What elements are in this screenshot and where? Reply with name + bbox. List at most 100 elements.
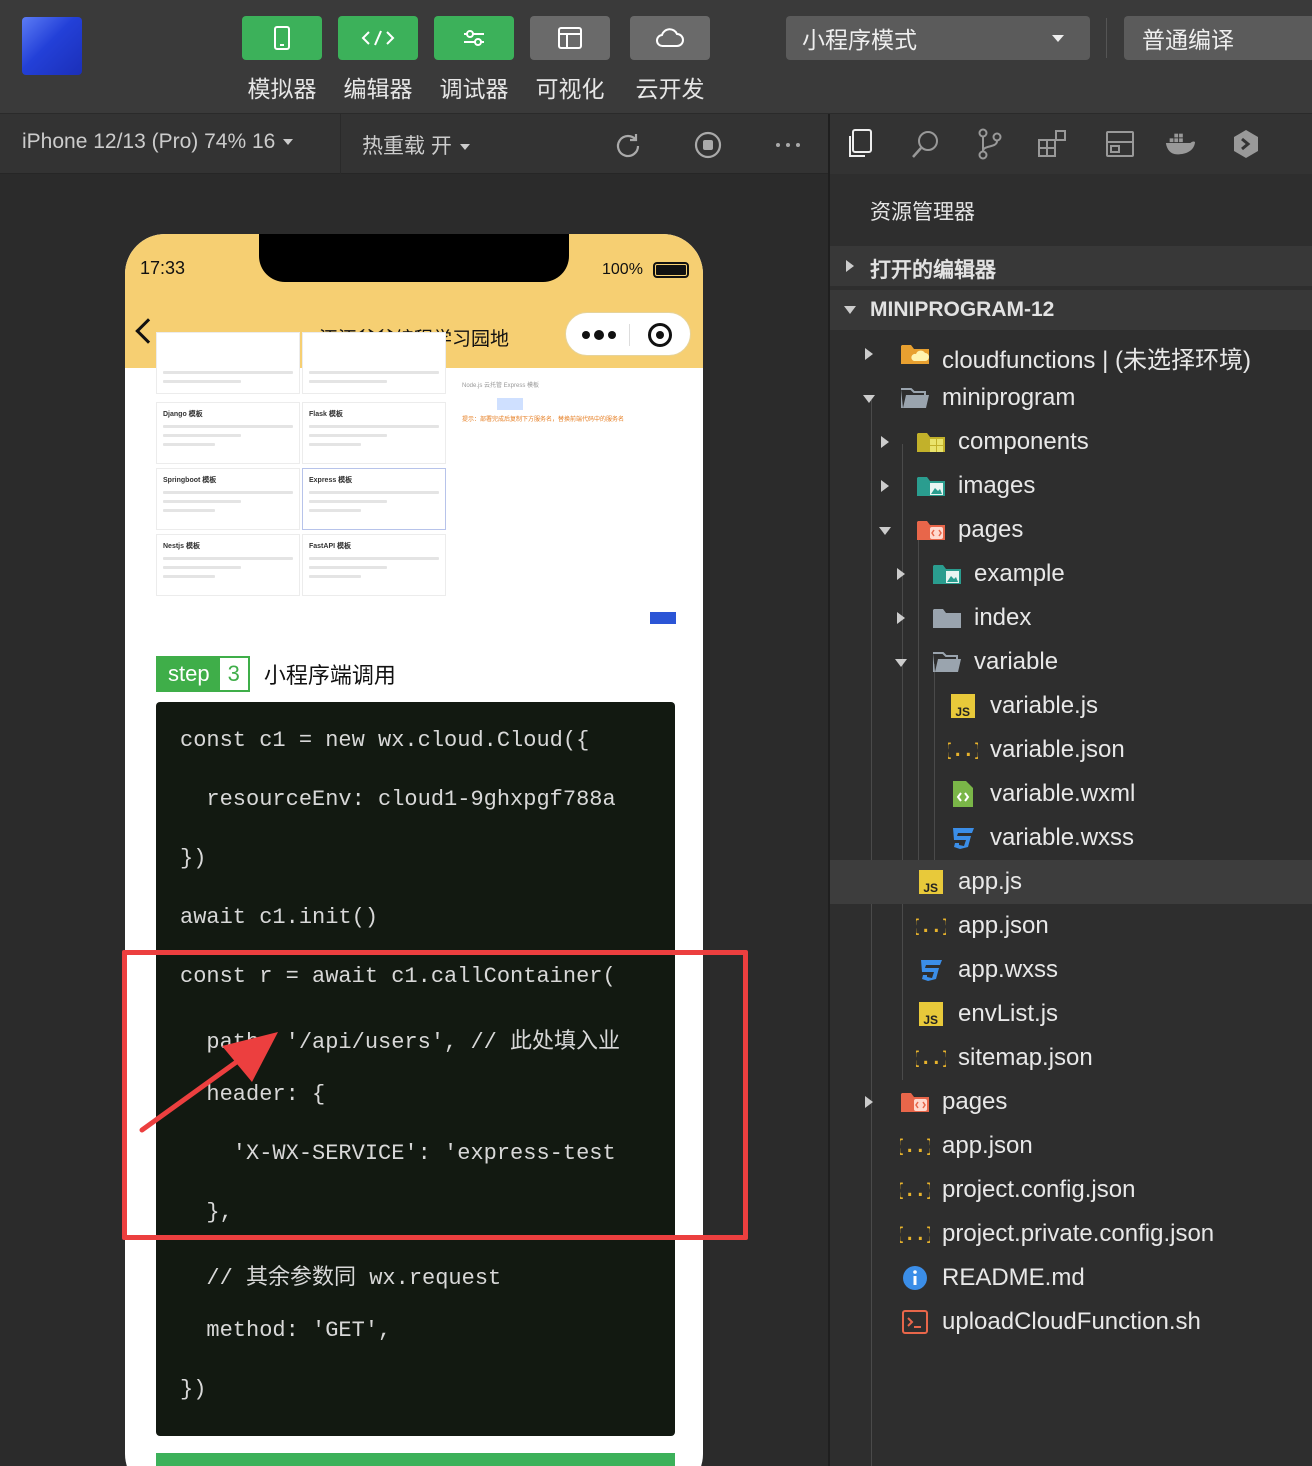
- chevron-right-icon: [865, 1096, 873, 1108]
- copy-button[interactable]: [156, 1453, 675, 1466]
- step-title: 小程序端调用: [263, 663, 396, 688]
- simulator-label: 模拟器: [247, 76, 317, 102]
- tree-item[interactable]: variable: [830, 640, 1312, 684]
- template-card[interactable]: Nestjs 模板: [156, 534, 300, 596]
- tree-item-label: components: [958, 428, 1089, 455]
- js-file-icon: JS: [948, 692, 978, 720]
- visual-button[interactable]: [530, 16, 610, 60]
- annotation-arrow-icon: [139, 1032, 278, 1133]
- search-icon[interactable]: [910, 128, 942, 160]
- compile-select[interactable]: 普通编译: [1124, 16, 1312, 60]
- svg-text:{..}: {..}: [916, 917, 946, 937]
- tree-item-label: README.md: [942, 1264, 1085, 1291]
- project-section[interactable]: MINIPROGRAM-12: [830, 290, 1312, 330]
- template-card-selected[interactable]: Express 模板: [302, 468, 446, 530]
- components-folder-icon: [916, 428, 946, 456]
- template-card[interactable]: [156, 332, 300, 394]
- tree-item-label: app.js: [958, 868, 1023, 895]
- tree-item-label: images: [958, 472, 1036, 499]
- cloud-dev-label: 云开发: [635, 76, 705, 102]
- tree-item[interactable]: JS envList.js: [830, 992, 1312, 1036]
- template-thumbnails: Node.js 云托管 Express 模板 提示：部署完成后复制下方服务名，替…: [125, 332, 703, 628]
- tree-item[interactable]: pages: [830, 508, 1312, 552]
- tree-item[interactable]: variable.wxml: [830, 772, 1312, 816]
- js-file-icon: JS: [916, 868, 946, 896]
- tree-item[interactable]: {..} variable.json: [830, 728, 1312, 772]
- template-card[interactable]: Flask 模板: [302, 402, 446, 464]
- tree-item[interactable]: {..} project.private.config.json: [830, 1212, 1312, 1256]
- plugin-cube-icon[interactable]: [1230, 128, 1262, 160]
- svg-text:JS: JS: [923, 1013, 938, 1027]
- hot-reload-value: 热重载 开: [362, 135, 452, 158]
- stop-icon[interactable]: [693, 130, 723, 160]
- tree-item[interactable]: components: [830, 420, 1312, 464]
- code-line: resourceEnv: cloud1-9ghxpgf788a: [180, 787, 616, 812]
- thumb-badge: [497, 398, 523, 410]
- tree-item[interactable]: {..} project.config.json: [830, 1168, 1312, 1212]
- tree-item[interactable]: images: [830, 464, 1312, 508]
- chevron-down-icon: [863, 395, 875, 403]
- card-title: Springboot 模板: [163, 477, 217, 484]
- chevron-right-icon: [865, 348, 873, 360]
- code-line: await c1.init(): [180, 905, 379, 930]
- debugger-button[interactable]: [434, 16, 514, 60]
- hot-reload-select[interactable]: 热重载 开: [362, 130, 470, 160]
- chevron-right-icon: [897, 612, 905, 624]
- device-select[interactable]: iPhone 12/13 (Pro) 74% 16: [22, 130, 294, 154]
- chevron-right-icon: [846, 260, 854, 272]
- json-file-icon: {..}: [900, 1176, 930, 1204]
- tree-item[interactable]: JS variable.js: [830, 684, 1312, 728]
- code-icon: [361, 30, 395, 46]
- template-card[interactable]: Springboot 模板: [156, 468, 300, 530]
- docker-icon[interactable]: [1164, 128, 1196, 160]
- template-card[interactable]: Django 模板: [156, 402, 300, 464]
- chevron-down-icon: [879, 527, 891, 535]
- tree-item[interactable]: miniprogram: [830, 376, 1312, 420]
- open-editors-label: 打开的编辑器: [870, 259, 996, 282]
- tree-item[interactable]: {..} app.json: [830, 904, 1312, 948]
- tree-item[interactable]: app.wxss: [830, 948, 1312, 992]
- phone-notch: [259, 234, 569, 282]
- tree-item[interactable]: pages: [830, 1080, 1312, 1124]
- capsule-menu[interactable]: [565, 312, 691, 356]
- tree-item-label: index: [974, 604, 1032, 631]
- storage-icon[interactable]: [1104, 128, 1136, 160]
- tree-item[interactable]: JS app.js: [830, 860, 1312, 904]
- thumb-next-button[interactable]: [650, 612, 676, 624]
- more-icon[interactable]: [582, 330, 616, 340]
- template-card[interactable]: [302, 332, 446, 394]
- extensions-icon[interactable]: [1036, 128, 1068, 160]
- mode-select[interactable]: 小程序模式: [786, 16, 1090, 60]
- template-card[interactable]: FastAPI 模板: [302, 534, 446, 596]
- tree-item[interactable]: variable.wxss: [830, 816, 1312, 860]
- phone-simulator[interactable]: 17:33 100% 添添爸爸编程学习园地 Node.js 云托管 Expres…: [125, 234, 703, 1466]
- card-title: Nestjs 模板: [163, 543, 200, 550]
- phone-icon: [274, 26, 290, 50]
- cloud-dev-button[interactable]: [630, 16, 710, 60]
- tree-item-label: miniprogram: [942, 384, 1076, 411]
- tree-item[interactable]: {..} sitemap.json: [830, 1036, 1312, 1080]
- activity-bar: [830, 114, 1312, 174]
- tree-item[interactable]: README.md: [830, 1256, 1312, 1300]
- tree-item-label: app.wxss: [958, 956, 1059, 983]
- more-icon[interactable]: [773, 130, 803, 160]
- tree-item[interactable]: uploadCloudFunction.sh: [830, 1300, 1312, 1344]
- simulator-button[interactable]: [242, 16, 322, 60]
- js-file-icon: JS: [916, 1000, 946, 1028]
- chevron-right-icon: [881, 436, 889, 448]
- source-control-icon[interactable]: [974, 128, 1006, 160]
- tree-item-label: cloudfunctions | (未选择环境): [942, 347, 1251, 374]
- user-avatar[interactable]: [22, 17, 82, 75]
- tree-item[interactable]: example: [830, 552, 1312, 596]
- device-select-value: iPhone 12/13 (Pro) 74% 16: [22, 130, 276, 153]
- refresh-icon[interactable]: [613, 130, 643, 160]
- tree-item[interactable]: cloudfunctions | (未选择环境): [830, 332, 1312, 376]
- files-icon[interactable]: [844, 128, 876, 160]
- terminal-icon: [900, 1308, 930, 1336]
- mode-select-value: 小程序模式: [802, 27, 917, 53]
- close-mini-program-icon[interactable]: [648, 323, 672, 347]
- tree-item[interactable]: index: [830, 596, 1312, 640]
- open-editors-section[interactable]: 打开的编辑器: [830, 246, 1312, 286]
- editor-button[interactable]: [338, 16, 418, 60]
- tree-item[interactable]: {..} app.json: [830, 1124, 1312, 1168]
